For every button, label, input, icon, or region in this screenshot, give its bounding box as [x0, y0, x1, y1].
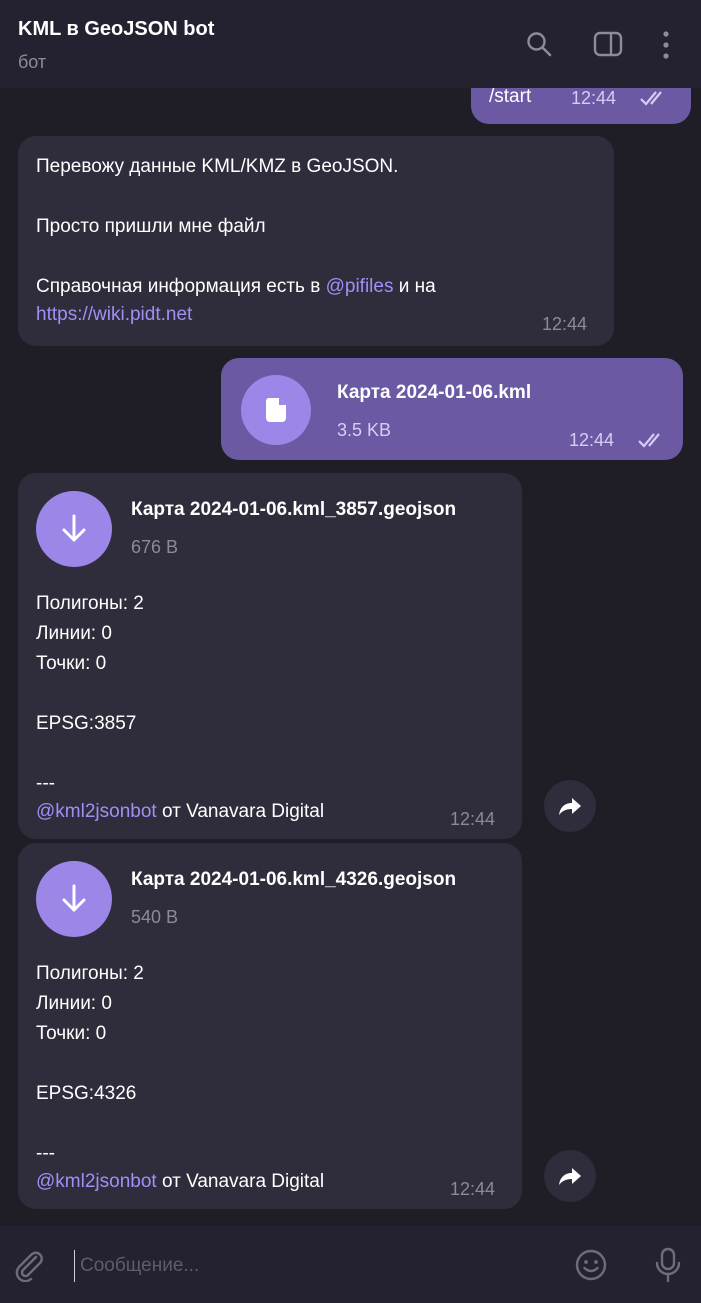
signature-line: @kml2jsonbot от Vanavara Digital — [36, 797, 324, 827]
wiki-link[interactable]: https://wiki.pidt.net — [36, 300, 192, 330]
lines-count: Линии: 0 — [36, 623, 112, 644]
message-time: 12:44 — [450, 1179, 496, 1199]
file-icon-button[interactable] — [241, 375, 311, 445]
welcome-text-suffix: и на — [393, 276, 436, 297]
chat-header[interactable]: KML в GeoJSON bot бот — [0, 0, 701, 88]
chat-title: KML в GeoJSON bot — [18, 18, 215, 40]
chat-subtitle: бот — [18, 52, 47, 72]
epsg-code: EPSG:4326 — [36, 1083, 137, 1104]
polygons-count: Полигоны: 2 — [36, 963, 144, 984]
welcome-line-2: Просто пришли мне файл — [36, 216, 266, 237]
message-time: 12:44 — [569, 430, 615, 450]
bot-link[interactable]: @kml2jsonbot — [36, 1171, 157, 1192]
forward-button[interactable] — [544, 780, 596, 832]
file-name[interactable]: Карта 2024-01-06.kml_3857.geojson — [131, 499, 456, 521]
search-icon[interactable] — [525, 30, 553, 58]
more-vertical-icon[interactable] — [660, 30, 672, 60]
download-icon — [62, 884, 86, 912]
outgoing-message-start[interactable]: /start 12:44 — [471, 88, 691, 124]
message-list[interactable]: /start 12:44 Перевожу данные KML/KMZ в G… — [0, 88, 701, 1226]
separator-text: --- — [36, 1143, 55, 1164]
bot-link[interactable]: @kml2jsonbot — [36, 801, 157, 822]
signature-text: от Vanavara Digital — [156, 801, 325, 822]
welcome-line-3: Справочная информация есть в @pifiles и … — [36, 272, 436, 302]
file-name[interactable]: Карта 2024-01-06.kml_4326.geojson — [131, 869, 456, 891]
forward-button[interactable] — [544, 1150, 596, 1202]
download-button[interactable] — [36, 861, 112, 937]
microphone-icon[interactable] — [652, 1246, 684, 1289]
points-count: Точки: 0 — [36, 1023, 107, 1044]
double-check-icon — [640, 91, 662, 106]
file-size: 676 B — [131, 537, 179, 557]
signature-line: @kml2jsonbot от Vanavara Digital — [36, 1167, 324, 1197]
message-input[interactable] — [74, 1250, 560, 1282]
emoji-icon[interactable] — [574, 1248, 608, 1287]
file-name[interactable]: Карта 2024-01-06.kml — [337, 382, 531, 404]
incoming-message-welcome[interactable]: Перевожу данные KML/KMZ в GeoJSON. Прост… — [18, 136, 614, 346]
separator-text: --- — [36, 773, 55, 794]
message-composer — [0, 1226, 701, 1303]
incoming-file-message-3857[interactable]: Карта 2024-01-06.kml_3857.geojson 676 B … — [18, 473, 522, 839]
epsg-code: EPSG:3857 — [36, 713, 137, 734]
welcome-text: Справочная информация есть в — [36, 276, 326, 297]
signature-text: от Vanavara Digital — [156, 1171, 325, 1192]
sidebar-toggle-icon[interactable] — [593, 30, 623, 58]
file-size: 540 B — [131, 907, 179, 927]
message-text: /start — [489, 88, 532, 107]
download-button[interactable] — [36, 491, 112, 567]
message-time: 12:44 — [450, 809, 496, 829]
document-icon — [265, 398, 286, 422]
polygons-count: Полигоны: 2 — [36, 593, 144, 614]
outgoing-file-message[interactable]: Карта 2024-01-06.kml 3.5 KB 12:44 — [221, 358, 683, 460]
paperclip-icon[interactable] — [12, 1248, 46, 1287]
double-check-icon — [638, 433, 660, 448]
forward-icon — [559, 798, 581, 815]
message-time: 12:44 — [571, 88, 617, 108]
pifiles-link[interactable]: @pifiles — [326, 276, 394, 297]
lines-count: Линии: 0 — [36, 993, 112, 1014]
message-time: 12:44 — [542, 314, 588, 334]
welcome-line-1: Перевожу данные KML/KMZ в GeoJSON. — [36, 156, 399, 177]
download-icon — [62, 514, 86, 542]
forward-icon — [559, 1168, 581, 1185]
points-count: Точки: 0 — [36, 653, 107, 674]
file-size: 3.5 KB — [337, 420, 392, 440]
incoming-file-message-4326[interactable]: Карта 2024-01-06.kml_4326.geojson 540 B … — [18, 843, 522, 1209]
